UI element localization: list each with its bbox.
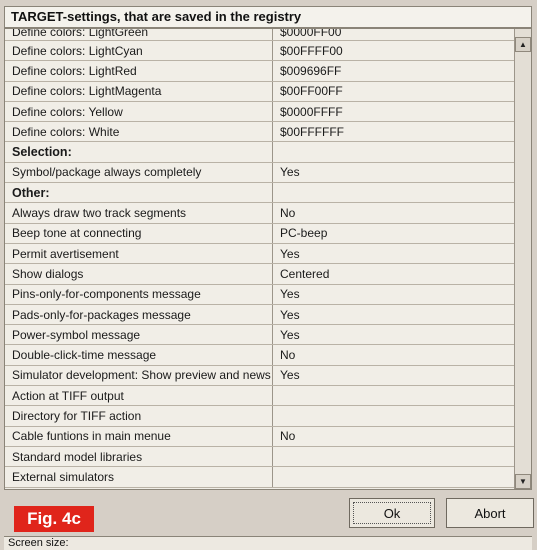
setting-value[interactable]: No (273, 345, 515, 364)
setting-name: Define colors: LightRed (5, 61, 273, 81)
setting-name: Permit avertisement (5, 243, 273, 264)
table-row[interactable]: Define colors: White $00FFFFFF (5, 122, 515, 143)
figure-label: Fig. 4c (14, 506, 94, 532)
setting-name: Pins-only-for-components message (5, 284, 273, 304)
section-title: Other: (5, 183, 273, 203)
setting-name: Action at TIFF output (5, 386, 273, 406)
setting-name: Show dialogs (5, 264, 273, 284)
table-row[interactable]: Show dialogs Centered (5, 264, 515, 285)
setting-value[interactable]: Yes (273, 305, 515, 324)
setting-value[interactable]: $00FFFFFF (273, 122, 515, 141)
setting-value (273, 142, 515, 161)
setting-value[interactable]: No (273, 203, 515, 222)
triangle-up-icon: ▲ (519, 40, 527, 49)
setting-name: Symbol/package always completely (5, 162, 273, 183)
setting-value[interactable] (273, 447, 515, 466)
table-row[interactable]: Action at TIFF output (5, 386, 515, 407)
setting-value[interactable]: $0000FFFF (273, 102, 515, 121)
setting-name: Pads-only-for-packages message (5, 304, 273, 325)
setting-value[interactable]: Yes (273, 285, 515, 304)
table-row[interactable]: Define colors: LightCyan $00FFFF00 (5, 41, 515, 62)
setting-value[interactable]: Yes (273, 244, 515, 263)
table-row[interactable]: Define colors: LightGreen $0000FF00 (5, 29, 515, 41)
setting-value[interactable]: Yes (273, 163, 515, 182)
setting-value[interactable] (273, 386, 515, 405)
settings-grid[interactable]: Define colors: LightGreen $0000FF00 Defi… (4, 28, 532, 490)
setting-name: Define colors: LightMagenta (5, 81, 273, 101)
setting-value[interactable] (273, 467, 515, 486)
table-row[interactable]: Permit avertisement Yes (5, 243, 515, 265)
table-row[interactable]: Double-click-time message No (5, 345, 515, 366)
setting-name: Power-symbol message (5, 325, 273, 345)
setting-value[interactable]: Yes (273, 366, 515, 385)
scroll-down-button[interactable]: ▼ (515, 474, 531, 489)
setting-value[interactable] (273, 406, 515, 425)
setting-value[interactable]: $0000FF00 (273, 29, 515, 40)
setting-name: Always draw two track segments (5, 203, 273, 223)
abort-button[interactable]: Abort (446, 498, 534, 528)
setting-name: Standard model libraries (5, 446, 273, 467)
settings-rows: Define colors: LightGreen $0000FF00 Defi… (5, 29, 515, 488)
setting-name: Define colors: Yellow (5, 101, 273, 122)
table-row[interactable]: Define colors: Yellow $0000FFFF (5, 101, 515, 123)
window-title: TARGET-settings, that are saved in the r… (4, 6, 532, 28)
setting-name: Define colors: White (5, 122, 273, 142)
triangle-down-icon: ▼ (519, 477, 527, 486)
setting-name: External simulators (5, 467, 273, 487)
table-row[interactable]: Symbol/package always completely Yes (5, 162, 515, 184)
table-row[interactable]: Pads-only-for-packages message Yes (5, 304, 515, 326)
setting-value[interactable]: Yes (273, 325, 515, 344)
vertical-scrollbar[interactable]: ▲ ▼ (514, 29, 531, 489)
setting-value[interactable]: $00FF00FF (273, 82, 515, 101)
table-row[interactable]: Always draw two track segments No (5, 203, 515, 224)
table-row[interactable]: Standard model libraries (5, 446, 515, 468)
setting-value (273, 183, 515, 202)
table-row[interactable]: Pins-only-for-components message Yes (5, 284, 515, 305)
scroll-up-button[interactable]: ▲ (515, 37, 531, 52)
setting-value[interactable]: No (273, 427, 515, 446)
table-row[interactable]: Define colors: LightRed $009696FF (5, 61, 515, 82)
setting-name: Double-click-time message (5, 345, 273, 365)
setting-name: Cable funtions in main menue (5, 426, 273, 446)
status-bar: Screen size: (4, 536, 532, 550)
setting-name: Beep tone at connecting (5, 223, 273, 243)
section-title: Selection: (5, 142, 273, 162)
dialog-footer: Fig. 4c Ok Abort (0, 490, 537, 536)
setting-value[interactable]: $009696FF (273, 61, 515, 80)
table-row[interactable]: Simulator development: Show preview and … (5, 365, 515, 387)
table-row[interactable]: Cable funtions in main menue No (5, 426, 515, 447)
section-header-other: Other: (5, 183, 515, 204)
setting-value[interactable]: $00FFFF00 (273, 41, 515, 60)
setting-name: Define colors: LightGreen (5, 29, 273, 40)
setting-name: Directory for TIFF action (5, 406, 273, 426)
setting-name: Simulator development: Show preview and … (5, 365, 273, 386)
setting-name: Define colors: LightCyan (5, 41, 273, 61)
table-row[interactable]: External simulators (5, 467, 515, 488)
setting-value[interactable]: Centered (273, 264, 515, 283)
table-row[interactable]: Beep tone at connecting PC-beep (5, 223, 515, 244)
table-row[interactable]: Power-symbol message Yes (5, 325, 515, 346)
section-header-selection: Selection: (5, 142, 515, 163)
table-row[interactable]: Directory for TIFF action (5, 406, 515, 427)
setting-value[interactable]: PC-beep (273, 224, 515, 243)
table-row[interactable]: Define colors: LightMagenta $00FF00FF (5, 81, 515, 102)
ok-button[interactable]: Ok (349, 498, 435, 528)
